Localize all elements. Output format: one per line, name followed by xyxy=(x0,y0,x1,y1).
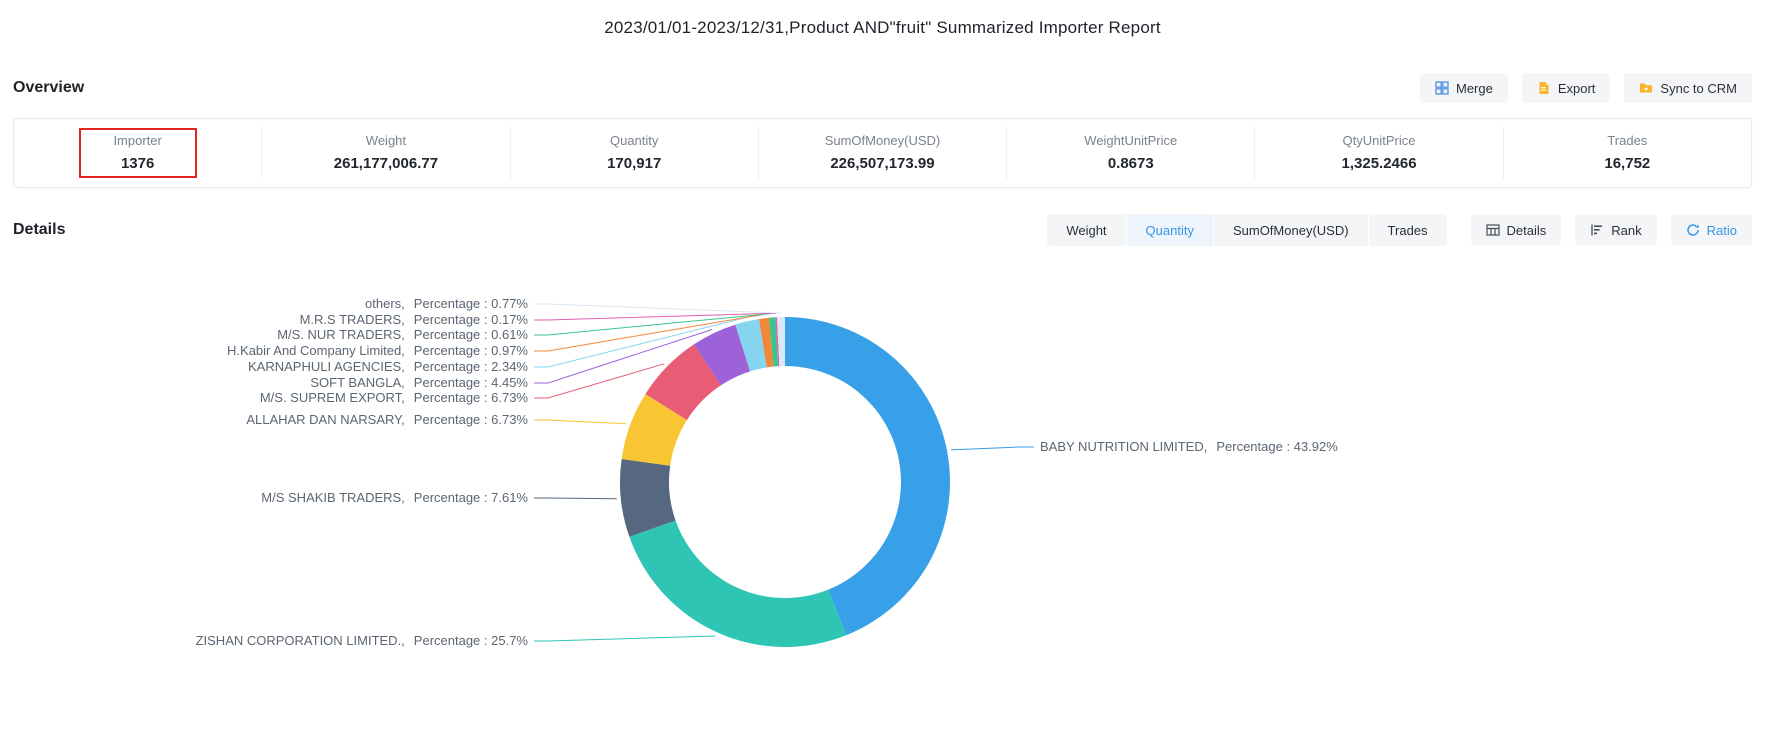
stat-label: SumOfMoney(USD) xyxy=(825,132,941,150)
ratio-view-label: Ratio xyxy=(1707,223,1737,238)
tab-trades[interactable]: Trades xyxy=(1369,214,1447,246)
chart-label-name: M/S SHAKIB TRADERS, xyxy=(261,490,405,505)
tab-sumofmoney[interactable]: SumOfMoney(USD) xyxy=(1214,214,1368,246)
leader-line-10 xyxy=(534,304,781,313)
overview-heading: Overview xyxy=(13,79,84,97)
export-button-label: Export xyxy=(1558,81,1596,96)
details-view-label: Details xyxy=(1507,223,1547,238)
leader-line-2 xyxy=(534,498,617,499)
details-controls: Weight Quantity SumOfMoney(USD) Trades D… xyxy=(1047,214,1752,246)
stat-label: Trades xyxy=(1604,132,1650,150)
stat-importer: Importer 1376 xyxy=(14,127,261,179)
pie-slice-1[interactable] xyxy=(629,520,846,647)
stat-quantity: Quantity 170,917 xyxy=(510,127,758,179)
merge-button[interactable]: Merge xyxy=(1420,73,1508,103)
chart-label-name: others, xyxy=(365,296,405,311)
chart-label-percentage: Percentage : 0.77% xyxy=(414,296,528,311)
overview-stats-bar: Importer 1376 Weight 261,177,006.77 Quan… xyxy=(13,118,1752,188)
chart-label-percentage: Percentage : 0.17% xyxy=(414,312,528,327)
stat-label: WeightUnitPrice xyxy=(1084,132,1177,150)
chart-label-percentage: Percentage : 25.7% xyxy=(414,633,528,648)
sync-to-crm-button[interactable]: Sync to CRM xyxy=(1624,73,1752,103)
stat-weight: Weight 261,177,006.77 xyxy=(261,127,509,179)
chart-label-name: ALLAHAR DAN NARSARY, xyxy=(246,412,404,427)
chart-label-percentage: Percentage : 7.61% xyxy=(414,490,528,505)
leader-line-0 xyxy=(951,447,1034,450)
ratio-icon xyxy=(1686,223,1700,237)
leader-line-1 xyxy=(534,636,715,641)
chart-label-percentage: Percentage : 6.73% xyxy=(414,390,528,405)
page-title: 2023/01/01-2023/12/31,Product AND"fruit"… xyxy=(0,0,1765,40)
chart-label-7: H.Kabir And Company Limited, Percentage :… xyxy=(227,342,528,360)
importer-ratio-donut-chart: BABY NUTRITION LIMITED, Percentage : 43.9… xyxy=(0,262,1765,741)
chart-label-name: M.R.S TRADERS, xyxy=(300,312,405,327)
importer-highlight-box: Importer 1376 xyxy=(79,128,197,178)
chart-label-9: M.R.S TRADERS, Percentage : 0.17% xyxy=(300,311,528,329)
rank-view-button[interactable]: Rank xyxy=(1575,215,1656,245)
stat-value: 16,752 xyxy=(1604,154,1650,174)
stat-value: 261,177,006.77 xyxy=(334,154,438,174)
chart-label-name: ZISHAN CORPORATION LIMITED., xyxy=(196,633,405,648)
rank-icon xyxy=(1590,223,1604,237)
stat-value: 0.8673 xyxy=(1084,154,1177,174)
chart-label-10: others, Percentage : 0.77% xyxy=(365,295,528,313)
rank-view-label: Rank xyxy=(1611,223,1641,238)
stat-value: 1376 xyxy=(95,154,181,174)
chart-label-name: M/S. SUPREM EXPORT, xyxy=(260,390,405,405)
export-button[interactable]: Export xyxy=(1522,73,1611,103)
tab-quantity[interactable]: Quantity xyxy=(1127,214,1213,246)
chart-label-1: ZISHAN CORPORATION LIMITED., Percentage :… xyxy=(196,632,528,650)
stat-weightunitprice: WeightUnitPrice 0.8673 xyxy=(1006,127,1254,179)
metric-tabs: Weight Quantity SumOfMoney(USD) Trades xyxy=(1047,214,1446,246)
chart-label-name: KARNAPHULI AGENCIES, xyxy=(248,359,405,374)
chart-label-name: M/S. NUR TRADERS, xyxy=(277,327,405,342)
leader-line-3 xyxy=(534,420,626,424)
merge-icon xyxy=(1435,81,1449,95)
tab-weight[interactable]: Weight xyxy=(1047,214,1125,246)
chart-label-percentage: Percentage : 4.45% xyxy=(414,375,528,390)
stat-value: 1,325.2466 xyxy=(1342,154,1417,174)
details-header: Details Weight Quantity SumOfMoney(USD) … xyxy=(13,214,1752,246)
chart-label-0: BABY NUTRITION LIMITED, Percentage : 43.9… xyxy=(1040,438,1338,456)
chart-label-name: BABY NUTRITION LIMITED, xyxy=(1040,439,1207,454)
overview-header: Overview Merge Export Sync to CRM xyxy=(13,72,1752,104)
sync-to-crm-button-label: Sync to CRM xyxy=(1660,81,1737,96)
chart-label-5: SOFT BANGLA, Percentage : 4.45% xyxy=(310,374,528,392)
stat-label: QtyUnitPrice xyxy=(1342,132,1417,150)
ratio-view-button[interactable]: Ratio xyxy=(1671,215,1752,245)
stat-label: Quantity xyxy=(607,132,661,150)
chart-label-name: SOFT BANGLA, xyxy=(310,375,404,390)
stat-label: Weight xyxy=(334,132,438,150)
chart-label-name: H.Kabir And Company Limited, xyxy=(227,343,405,358)
stat-value: 170,917 xyxy=(607,154,661,174)
chart-label-percentage: Percentage : 0.61% xyxy=(414,327,528,342)
stat-label: Importer xyxy=(95,132,181,150)
overview-actions: Merge Export Sync to CRM xyxy=(1406,73,1752,103)
chart-label-2: M/S SHAKIB TRADERS, Percentage : 7.61% xyxy=(261,489,528,507)
chart-label-3: ALLAHAR DAN NARSARY, Percentage : 6.73% xyxy=(246,411,528,429)
chart-label-percentage: Percentage : 0.97% xyxy=(414,343,528,358)
stat-trades: Trades 16,752 xyxy=(1503,127,1751,179)
chart-label-percentage: Percentage : 43.92% xyxy=(1216,439,1337,454)
details-view-button[interactable]: Details xyxy=(1471,215,1562,245)
stat-value: 226,507,173.99 xyxy=(825,154,941,174)
chart-label-6: KARNAPHULI AGENCIES, Percentage : 2.34% xyxy=(248,358,528,376)
stat-sumofmoney: SumOfMoney(USD) 226,507,173.99 xyxy=(758,127,1006,179)
report-page: 2023/01/01-2023/12/31,Product AND"fruit"… xyxy=(0,0,1765,741)
export-icon xyxy=(1537,81,1551,95)
stat-qtyunitprice: QtyUnitPrice 1,325.2466 xyxy=(1254,127,1502,179)
chart-label-percentage: Percentage : 6.73% xyxy=(414,412,528,427)
merge-button-label: Merge xyxy=(1456,81,1493,96)
details-heading: Details xyxy=(13,221,65,239)
sync-icon xyxy=(1639,81,1653,95)
pie-slice-0[interactable] xyxy=(785,317,950,635)
chart-label-percentage: Percentage : 2.34% xyxy=(414,359,528,374)
table-icon xyxy=(1486,223,1500,237)
